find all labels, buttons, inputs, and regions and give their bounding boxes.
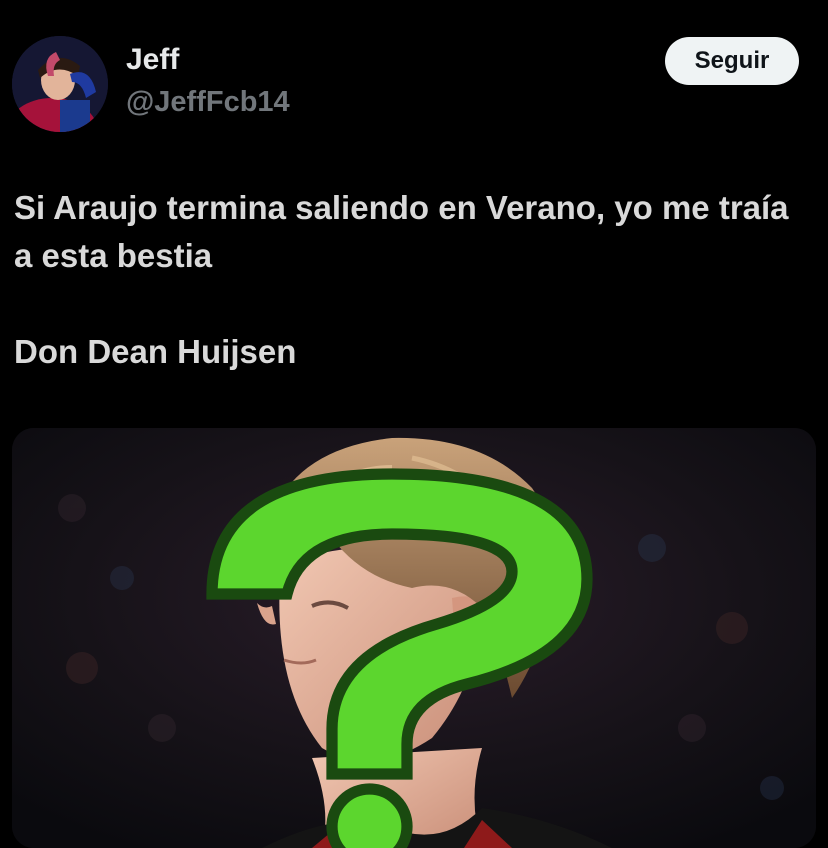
tweet-text: Si Araujo termina saliendo en Verano, yo… [14,184,814,376]
tweet-paragraph: Si Araujo termina saliendo en Verano, yo… [14,189,789,274]
tweet-header: Jeff @JeffFcb14 Seguir [0,0,828,140]
profile-avatar[interactable] [12,36,108,132]
follow-button[interactable]: Seguir [665,37,799,85]
tweet-paragraph: Don Dean Huijsen [14,333,297,370]
avatar-image [12,36,108,132]
author-handle[interactable]: @JeffFcb14 [126,84,290,120]
question-mark-icon [206,468,593,848]
tweet-media-photo[interactable] [12,428,816,848]
author-display-name[interactable]: Jeff [126,42,179,78]
